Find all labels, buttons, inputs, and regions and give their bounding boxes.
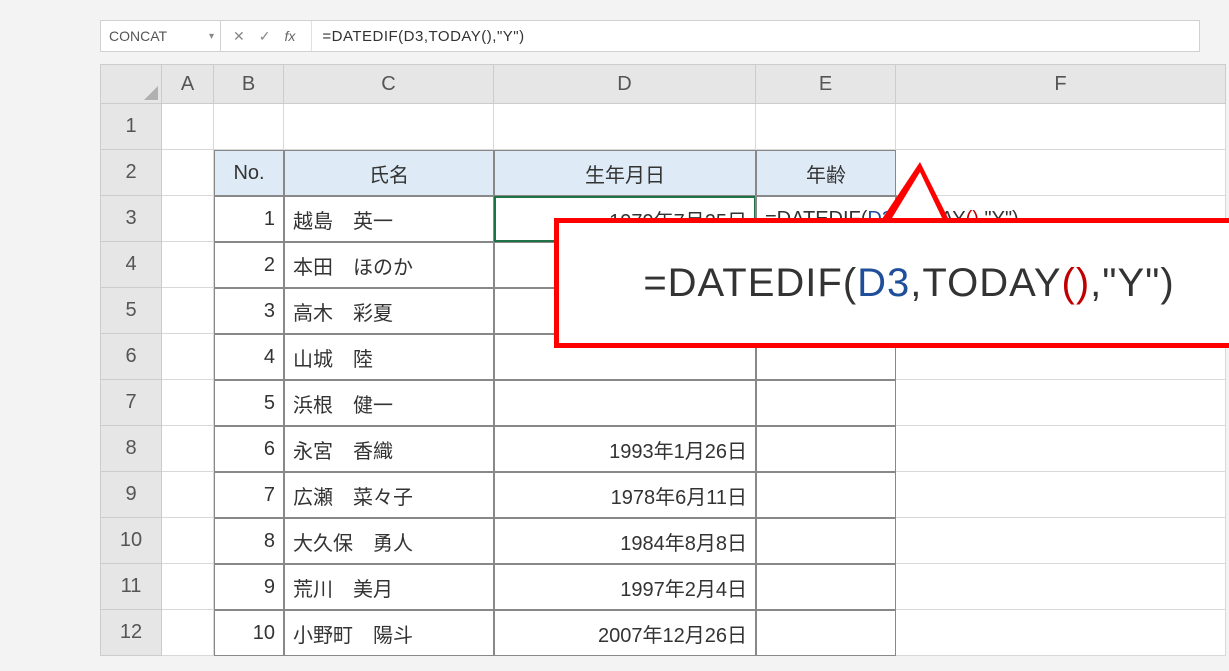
cell-D2[interactable]: 生年月日 xyxy=(494,150,756,196)
row-header-11[interactable]: 11 xyxy=(100,564,162,610)
row-header-6[interactable]: 6 xyxy=(100,334,162,380)
row-header-4[interactable]: 4 xyxy=(100,242,162,288)
cell-C10[interactable]: 大久保 勇人 xyxy=(284,518,494,564)
column-header-A[interactable]: A xyxy=(162,64,214,104)
row-header-1[interactable]: 1 xyxy=(100,104,162,150)
formula-bar: CONCAT ▾ ✕ ✓ fx =DATEDIF(D3,TODAY(),"Y") xyxy=(100,20,1200,52)
cell-A10[interactable] xyxy=(162,518,214,564)
row-header-3[interactable]: 3 xyxy=(100,196,162,242)
cell-D7[interactable] xyxy=(494,380,756,426)
cell-E9[interactable] xyxy=(756,472,896,518)
cell-B7[interactable]: 5 xyxy=(214,380,284,426)
cell-B4[interactable]: 2 xyxy=(214,242,284,288)
callout-paren: ) xyxy=(1076,261,1090,306)
cell-E8[interactable] xyxy=(756,426,896,472)
callout-paren: ( xyxy=(1062,261,1076,306)
row-headers: 1 2 3 4 5 6 7 8 9 10 11 12 xyxy=(100,104,162,656)
cell-C11[interactable]: 荒川 美月 xyxy=(284,564,494,610)
cell-F9[interactable] xyxy=(896,472,1226,518)
column-headers: A B C D E F xyxy=(162,64,1226,104)
cancel-icon[interactable]: ✕ xyxy=(233,28,245,45)
cell-C12[interactable]: 小野町 陽斗 xyxy=(284,610,494,656)
cell-D1[interactable] xyxy=(494,104,756,150)
cell-D12[interactable]: 2007年12月26日 xyxy=(494,610,756,656)
cell-B8[interactable]: 6 xyxy=(214,426,284,472)
row-header-5[interactable]: 5 xyxy=(100,288,162,334)
column-header-E[interactable]: E xyxy=(756,64,896,104)
cell-B2[interactable]: No. xyxy=(214,150,284,196)
formula-bar-buttons: ✕ ✓ fx xyxy=(221,21,312,51)
cell-A7[interactable] xyxy=(162,380,214,426)
callout-part: ,TODAY xyxy=(910,261,1061,306)
enter-icon[interactable]: ✓ xyxy=(259,28,271,45)
fx-icon[interactable]: fx xyxy=(284,28,299,44)
cell-A6[interactable] xyxy=(162,334,214,380)
cell-B1[interactable] xyxy=(214,104,284,150)
cell-F8[interactable] xyxy=(896,426,1226,472)
cell-A11[interactable] xyxy=(162,564,214,610)
cell-E10[interactable] xyxy=(756,518,896,564)
cell-E12[interactable] xyxy=(756,610,896,656)
row-header-8[interactable]: 8 xyxy=(100,426,162,472)
cell-B9[interactable]: 7 xyxy=(214,472,284,518)
cell-C2[interactable]: 氏名 xyxy=(284,150,494,196)
cell-F7[interactable] xyxy=(896,380,1226,426)
cell-A8[interactable] xyxy=(162,426,214,472)
cell-B5[interactable]: 3 xyxy=(214,288,284,334)
cell-D11[interactable]: 1997年2月4日 xyxy=(494,564,756,610)
column-header-D[interactable]: D xyxy=(494,64,756,104)
select-all-corner[interactable] xyxy=(100,64,162,104)
cell-B10[interactable]: 8 xyxy=(214,518,284,564)
cell-F10[interactable] xyxy=(896,518,1226,564)
cell-C1[interactable] xyxy=(284,104,494,150)
cell-E7[interactable] xyxy=(756,380,896,426)
cell-B6[interactable]: 4 xyxy=(214,334,284,380)
row-header-9[interactable]: 9 xyxy=(100,472,162,518)
cell-A12[interactable] xyxy=(162,610,214,656)
cell-C9[interactable]: 広瀬 菜々子 xyxy=(284,472,494,518)
name-box-value: CONCAT xyxy=(109,28,167,44)
cell-C5[interactable]: 高木 彩夏 xyxy=(284,288,494,334)
cell-D8[interactable]: 1993年1月26日 xyxy=(494,426,756,472)
cell-C8[interactable]: 永宮 香織 xyxy=(284,426,494,472)
callout-ref: D3 xyxy=(857,261,910,306)
chevron-down-icon[interactable]: ▾ xyxy=(209,31,214,42)
cell-B12[interactable]: 10 xyxy=(214,610,284,656)
column-header-B[interactable]: B xyxy=(214,64,284,104)
cell-C7[interactable]: 浜根 健一 xyxy=(284,380,494,426)
cells-area: No. 氏名 生年月日 年齢 1 越島 英一 1979年7月25日 =DATED… xyxy=(162,104,1226,656)
row-header-2[interactable]: 2 xyxy=(100,150,162,196)
cell-A2[interactable] xyxy=(162,150,214,196)
name-box[interactable]: CONCAT ▾ xyxy=(101,21,221,51)
formula-callout: =DATEDIF(D3,TODAY(),"Y") xyxy=(554,218,1229,348)
callout-part: =DATEDIF( xyxy=(643,261,857,306)
row-header-10[interactable]: 10 xyxy=(100,518,162,564)
cell-A4[interactable] xyxy=(162,242,214,288)
cell-E1[interactable] xyxy=(756,104,896,150)
cell-C4[interactable]: 本田 ほのか xyxy=(284,242,494,288)
column-header-C[interactable]: C xyxy=(284,64,494,104)
cell-C3[interactable]: 越島 英一 xyxy=(284,196,494,242)
cell-A5[interactable] xyxy=(162,288,214,334)
cell-E2[interactable]: 年齢 xyxy=(756,150,896,196)
formula-input[interactable]: =DATEDIF(D3,TODAY(),"Y") xyxy=(312,21,1199,51)
cell-A9[interactable] xyxy=(162,472,214,518)
cell-B3[interactable]: 1 xyxy=(214,196,284,242)
cell-F1[interactable] xyxy=(896,104,1226,150)
cell-C6[interactable]: 山城 陸 xyxy=(284,334,494,380)
cell-D9[interactable]: 1978年6月11日 xyxy=(494,472,756,518)
cell-E11[interactable] xyxy=(756,564,896,610)
formula-text: =DATEDIF(D3,TODAY(),"Y") xyxy=(322,28,524,45)
cell-F11[interactable] xyxy=(896,564,1226,610)
cell-B11[interactable]: 9 xyxy=(214,564,284,610)
cell-D10[interactable]: 1984年8月8日 xyxy=(494,518,756,564)
cell-A1[interactable] xyxy=(162,104,214,150)
cell-F12[interactable] xyxy=(896,610,1226,656)
column-header-F[interactable]: F xyxy=(896,64,1226,104)
cell-A3[interactable] xyxy=(162,196,214,242)
row-header-12[interactable]: 12 xyxy=(100,610,162,656)
row-header-7[interactable]: 7 xyxy=(100,380,162,426)
callout-part: ,"Y") xyxy=(1090,261,1175,306)
